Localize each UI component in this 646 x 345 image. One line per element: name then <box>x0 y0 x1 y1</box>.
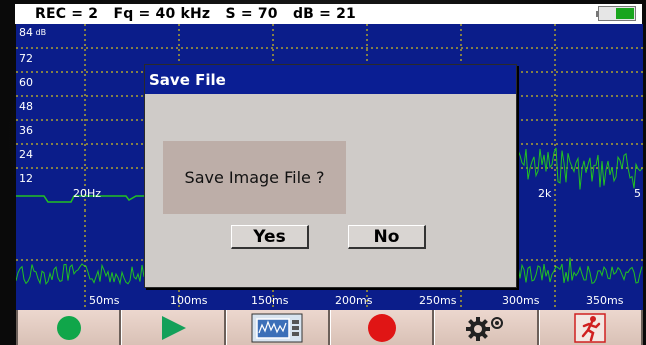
time-label-250ms: 250ms <box>419 294 457 307</box>
dialog-message: Save Image File ? <box>184 168 325 187</box>
toolbar-button-record[interactable] <box>329 310 435 345</box>
y-unit-label: dB <box>33 28 47 37</box>
status-readout: REC = 2 Fq = 40 kHz S = 70 dB = 21 <box>35 6 356 22</box>
battery-icon <box>596 6 636 21</box>
green-circle-icon <box>56 315 81 340</box>
y-label-72: 72 <box>19 52 33 65</box>
y-label-24: 24 <box>19 148 33 161</box>
time-label-50ms: 50ms <box>89 294 120 307</box>
y-label-84: 84 dB <box>19 26 47 39</box>
x-label-20hz: 20Hz <box>73 187 102 200</box>
no-button[interactable]: No <box>348 225 426 249</box>
play-icon <box>161 315 186 340</box>
x-label-2k: 2k <box>538 187 552 200</box>
status-bar: REC = 2 Fq = 40 kHz S = 70 dB = 21 <box>15 4 642 24</box>
time-label-350ms: 350ms <box>586 294 624 307</box>
dialog-titlebar: Save File <box>145 65 516 94</box>
y-label-36: 36 <box>19 124 33 137</box>
spectrum-image-icon <box>251 313 303 342</box>
toolbar-button-play[interactable] <box>121 310 226 345</box>
exit-running-man-icon <box>574 312 607 343</box>
toolbar-button-image[interactable] <box>225 310 330 345</box>
bottom-toolbar <box>16 310 643 345</box>
dialog-message-box: Save Image File ? <box>163 141 346 214</box>
time-label-150ms: 150ms <box>251 294 289 307</box>
spectrum-trace <box>513 147 643 190</box>
record-icon <box>367 313 396 342</box>
dialog-title: Save File <box>149 70 226 89</box>
save-file-dialog: Save File Save Image File ? Yes No <box>144 64 517 288</box>
toolbar-button-settings[interactable] <box>434 310 539 345</box>
y-label-60: 60 <box>19 76 33 89</box>
toolbar-button-exit[interactable] <box>538 310 643 345</box>
toolbar-button-start[interactable] <box>16 310 122 345</box>
x-label-5: 5 <box>634 187 641 200</box>
y-label-12: 12 <box>19 172 33 185</box>
time-label-200ms: 200ms <box>335 294 373 307</box>
yes-button[interactable]: Yes <box>231 225 309 249</box>
settings-gears-icon <box>465 316 503 341</box>
time-label-300ms: 300ms <box>502 294 540 307</box>
device-screen: REC = 2 Fq = 40 kHz S = 70 dB = 21 84 dB… <box>0 0 646 345</box>
y-label-48: 48 <box>19 100 33 113</box>
time-label-100ms: 100ms <box>170 294 208 307</box>
